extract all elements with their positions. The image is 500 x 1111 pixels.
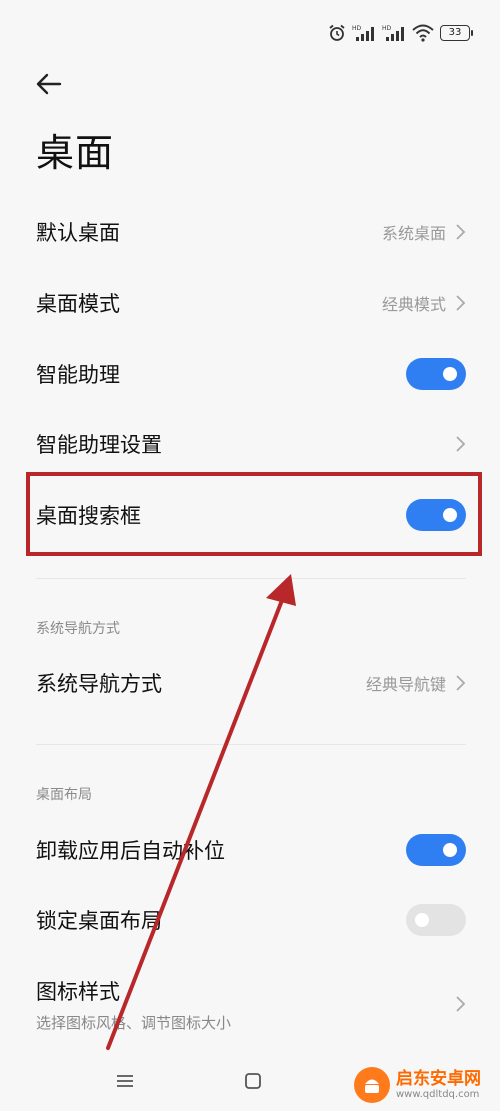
battery-indicator: 33 — [440, 25, 473, 41]
lock-layout-toggle[interactable] — [406, 904, 466, 936]
row-smart-assistant-settings[interactable]: 智能助理设置 — [0, 409, 500, 479]
row-smart-assistant: 智能助理 — [0, 339, 500, 409]
row-subtitle: 选择图标风格、调节图标大小 — [36, 1013, 232, 1032]
row-auto-fill: 卸载应用后自动补位 — [0, 815, 500, 885]
signal-icon: HD — [352, 25, 374, 41]
row-label: 桌面模式 — [36, 292, 120, 316]
row-default-desktop[interactable]: 默认桌面 系统桌面 — [0, 197, 500, 267]
row-label: 默认桌面 — [36, 221, 120, 245]
wifi-icon — [412, 24, 434, 42]
toggle-knob — [415, 913, 429, 927]
section-header-nav: 系统导航方式 — [36, 621, 120, 637]
chevron-right-icon — [456, 295, 466, 311]
divider — [36, 578, 466, 579]
row-value: 经典导航键 — [365, 675, 446, 694]
row-label: 锁定桌面布局 — [36, 909, 162, 933]
row-label: 系统导航方式 — [36, 672, 162, 696]
chevron-right-icon — [456, 996, 466, 1012]
divider — [36, 744, 466, 745]
smart-assistant-toggle[interactable] — [406, 358, 466, 390]
signal-icon-2: HD — [382, 25, 404, 41]
section-header-layout: 桌面布局 — [36, 787, 92, 803]
chevron-right-icon — [456, 224, 466, 240]
row-icon-style[interactable]: 图标样式 选择图标风格、调节图标大小 — [0, 964, 500, 1044]
svg-text:HD: HD — [382, 25, 392, 32]
row-nav-mode[interactable]: 系统导航方式 经典导航键 — [0, 648, 500, 718]
row-value: 经典模式 — [381, 295, 446, 314]
android-icon — [365, 1079, 379, 1093]
watermark: 启东安卓网 www.qdltdq.com — [354, 1065, 494, 1105]
row-label: 智能助理 — [36, 363, 120, 387]
page-title: 桌面 — [36, 131, 115, 175]
row-label: 卸载应用后自动补位 — [36, 839, 225, 863]
watermark-url: www.qdltdq.com — [396, 1088, 480, 1100]
watermark-name: 启东安卓网 — [396, 1069, 481, 1090]
auto-fill-toggle[interactable] — [406, 834, 466, 866]
back-arrow-icon[interactable] — [32, 66, 68, 102]
toggle-knob — [443, 843, 457, 857]
settings-page: HD HD 33 桌面 默认桌面 系统桌面 桌面模式 经典模式 智能助理 智能助… — [0, 0, 500, 1111]
row-label: 智能助理设置 — [36, 433, 162, 457]
chevron-right-icon — [456, 436, 466, 452]
row-value: 系统桌面 — [381, 224, 446, 243]
row-lock-layout: 锁定桌面布局 — [0, 885, 500, 955]
home-icon[interactable] — [244, 1072, 262, 1090]
chevron-right-icon — [456, 675, 466, 691]
menu-icon[interactable] — [115, 1073, 135, 1089]
highlight-box — [26, 472, 482, 556]
row-label: 图标样式 — [36, 979, 120, 1004]
row-desktop-mode[interactable]: 桌面模式 经典模式 — [0, 268, 500, 338]
status-bar: HD HD 33 — [328, 22, 473, 44]
svg-text:HD: HD — [352, 25, 362, 32]
watermark-logo-icon — [354, 1067, 390, 1103]
toggle-knob — [443, 367, 457, 381]
alarm-icon — [329, 24, 345, 41]
